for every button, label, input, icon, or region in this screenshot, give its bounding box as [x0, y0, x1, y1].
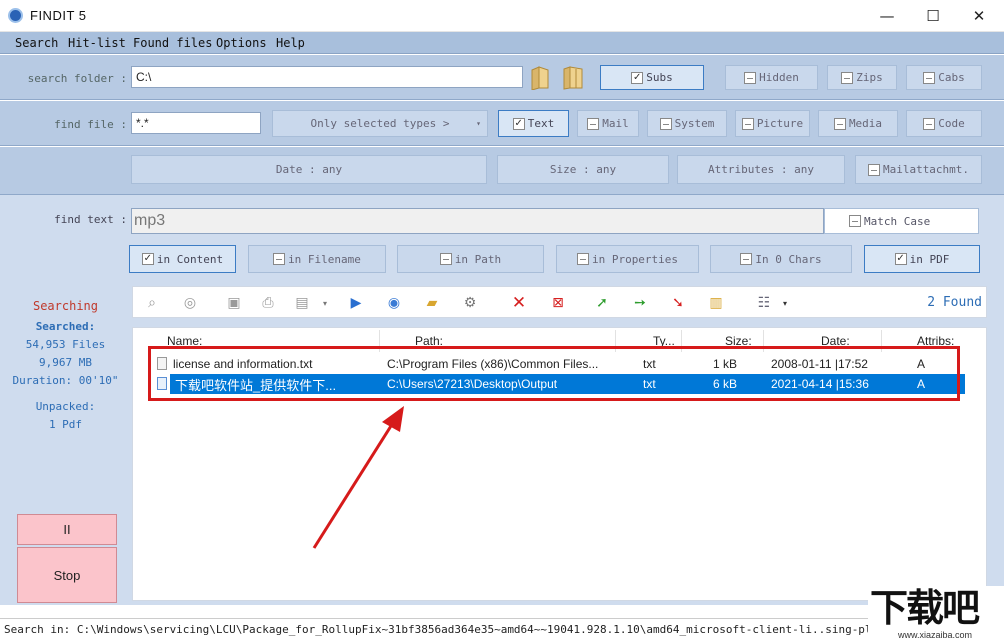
zip-icon[interactable]: ▥ — [707, 294, 725, 312]
delete-icon[interactable]: ✕ — [510, 293, 528, 313]
move-to-icon[interactable]: ➙ — [631, 294, 649, 312]
attributes-filter-button[interactable]: Attributes : any — [677, 155, 845, 184]
check-icon: ✓ — [141, 253, 154, 265]
zoom-icon[interactable]: ◎ — [181, 294, 199, 312]
date-filter-button[interactable]: Date : any — [131, 155, 487, 184]
open-folder-icon[interactable]: ▰ — [423, 294, 441, 312]
size-filter-button[interactable]: Size : any — [497, 155, 669, 184]
searched-label: Searched: — [35, 320, 96, 333]
unchecked-icon — [923, 71, 936, 84]
unchecked-icon — [744, 71, 757, 84]
print-icon[interactable]: ⎙ — [259, 294, 277, 312]
search-folder-label: search folder : — [27, 72, 127, 85]
close-button[interactable]: ✕ — [956, 0, 1002, 32]
annotation-arrow-icon — [312, 406, 404, 549]
find-file-input[interactable] — [131, 112, 261, 134]
menu-help[interactable]: Help — [276, 36, 305, 50]
unchecked-icon — [833, 117, 846, 130]
hidden-checkbox[interactable]: Hidden — [725, 65, 818, 90]
dropdown-arrow-icon: ▾ — [476, 119, 481, 128]
settings-gear-icon[interactable]: ⚙ — [461, 294, 479, 312]
unchecked-icon — [273, 253, 286, 265]
watermark-logo: 下载吧 www.xiazaiba.com — [868, 586, 1004, 643]
searched-files: 54,953 Files — [25, 338, 106, 351]
results-toolbar: ⌕ ◎ ▣ ⎙ ▤ ▾ ▶ ◉ ▰ ⚙ ✕ ⊠ ➚ ➙ ➘ ▥ ☷ ▾ 2 Fo… — [132, 286, 987, 318]
subs-checkbox[interactable]: ✓ Subs — [600, 65, 704, 90]
minimize-button[interactable]: — — [864, 0, 910, 32]
find-text-input[interactable] — [131, 208, 824, 234]
check-icon: ✓ — [512, 117, 525, 130]
watermark-url: www.xiazaiba.com — [898, 630, 973, 640]
find-file-label: find file : — [54, 118, 127, 131]
unchecked-icon — [867, 163, 880, 176]
in-path-checkbox[interactable]: in Path — [397, 245, 544, 273]
unpacked-value: 1 Pdf — [48, 418, 83, 431]
copy-to-icon[interactable]: ➚ — [593, 294, 611, 312]
magnifier-icon[interactable]: ⌕ — [143, 294, 161, 312]
unpacked-label: Unpacked: — [35, 400, 96, 413]
move-out-icon[interactable]: ➘ — [669, 294, 687, 312]
view-mode-icon[interactable]: ☷ — [755, 294, 773, 312]
text-type-checkbox[interactable]: ✓ Text — [498, 110, 569, 137]
search-duration: Duration: 00'10" — [12, 374, 119, 387]
found-count: 2 Found — [927, 295, 982, 310]
cabs-checkbox[interactable]: Cabs — [906, 65, 982, 90]
maximize-button[interactable]: ☐ — [910, 0, 956, 32]
multi-folder-icon[interactable] — [562, 66, 584, 90]
unchecked-icon — [576, 253, 589, 265]
menu-found-files[interactable]: Found files — [133, 36, 212, 50]
check-icon: ✓ — [631, 71, 644, 84]
title-bar: FINDIT 5 — ☐ ✕ — [0, 0, 1004, 32]
status-bar: Search in: C:\Windows\servicing\LCU\Pack… — [0, 618, 1004, 643]
view-dropdown-icon[interactable]: ▾ — [776, 294, 794, 312]
in-0-chars-checkbox[interactable]: In 0 Chars — [710, 245, 852, 273]
app-search-icon — [8, 8, 23, 23]
searched-size: 9,967 MB — [39, 356, 92, 369]
unchecked-icon — [659, 117, 672, 130]
view-eye-icon[interactable]: ◉ — [385, 294, 403, 312]
export-dropdown-icon[interactable]: ▾ — [316, 294, 334, 312]
search-folder-input[interactable] — [131, 66, 523, 88]
delete-file-icon[interactable]: ⊠ — [549, 294, 567, 312]
unchecked-icon — [841, 71, 854, 84]
menu-options[interactable]: Options — [216, 36, 267, 50]
system-type-checkbox[interactable]: System — [647, 110, 727, 137]
in-properties-checkbox[interactable]: in Properties — [556, 245, 699, 273]
unchecked-icon — [741, 117, 754, 130]
in-filename-checkbox[interactable]: in Filename — [248, 245, 386, 273]
code-type-checkbox[interactable]: Code — [906, 110, 982, 137]
export-icon[interactable]: ▤ — [293, 294, 311, 312]
picture-type-checkbox[interactable]: Picture — [735, 110, 810, 137]
menu-hit-list[interactable]: Hit-list — [68, 36, 126, 50]
mail-type-checkbox[interactable]: Mail — [577, 110, 639, 137]
find-text-label: find text : — [54, 213, 127, 226]
search-folder-band: search folder : ✓Subs Hidden Zips Cabs — [0, 55, 1004, 100]
play-icon[interactable]: ▶ — [347, 294, 365, 312]
window-title: FINDIT 5 — [30, 8, 87, 23]
unchecked-icon — [439, 253, 452, 265]
file-types-dropdown[interactable]: Only selected types > ▾ — [272, 110, 488, 137]
searching-status: Searching — [32, 299, 99, 313]
highlight-box — [148, 346, 960, 401]
in-content-checkbox[interactable]: ✓ in Content — [129, 245, 236, 273]
unchecked-icon — [740, 253, 753, 265]
unchecked-icon — [587, 117, 600, 130]
save-icon[interactable]: ▣ — [225, 294, 243, 312]
unchecked-icon — [923, 117, 936, 130]
find-file-band: find file : Only selected types >▾ ✓Text… — [0, 101, 1004, 146]
menu-bar: Search Hit-list Found files Options Help — [0, 32, 1004, 54]
check-icon: ✓ — [894, 253, 907, 265]
menu-search[interactable]: Search — [15, 36, 58, 50]
in-pdf-checkbox[interactable]: ✓ in PDF — [864, 245, 980, 273]
pause-button[interactable]: II — [17, 514, 117, 545]
filter-band: Date : any Size : any Attributes : any M… — [0, 147, 1004, 195]
mailattachment-checkbox[interactable]: Mailattachmt. — [855, 155, 982, 184]
match-case-checkbox[interactable]: Match Case — [824, 208, 979, 234]
watermark-brand: 下载吧 — [870, 586, 980, 630]
zips-checkbox[interactable]: Zips — [827, 65, 897, 90]
folder-browse-icon[interactable] — [530, 66, 550, 90]
unchecked-icon — [849, 215, 861, 227]
stop-button[interactable]: Stop — [17, 547, 117, 603]
media-type-checkbox[interactable]: Media — [818, 110, 898, 137]
